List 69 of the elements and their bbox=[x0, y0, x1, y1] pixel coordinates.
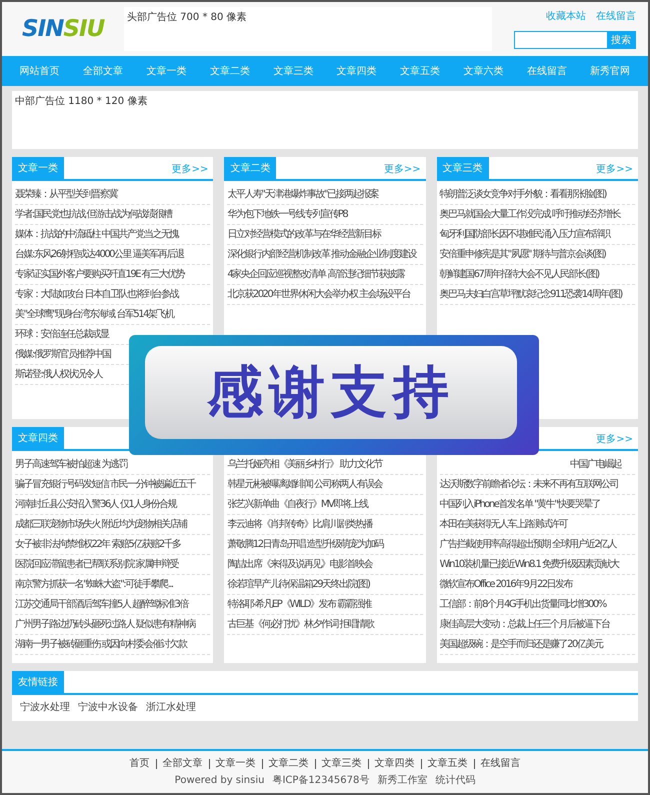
article-link[interactable]: 奥巴马就国会大量工作没完成 呼吁推动经济增长 bbox=[440, 209, 620, 220]
footer-text: 粤ICP备12345678号 bbox=[271, 774, 370, 787]
friend-link[interactable]: 浙江水处理 bbox=[146, 700, 196, 714]
article-link[interactable]: 环球：安倍连任总裁或显 bbox=[15, 329, 108, 340]
article-link[interactable]: 深化银行内部经营机制改革 推动金融企业制度建设 bbox=[227, 249, 416, 260]
article-link[interactable]: 男子高速驾车被拍超速 为逃罚 bbox=[15, 459, 128, 470]
article-link[interactable]: 特洛耶-希凡EP《WILD》发布 霸霸强推 bbox=[227, 599, 372, 610]
article-link[interactable]: 古巨基《何必打扰》林夕作词 拒唱情歌 bbox=[227, 619, 374, 630]
article-link[interactable]: 达沃斯数字前瞻者论坛：未来不再有互联网公司 bbox=[440, 479, 618, 490]
article-link[interactable]: 朝鲜建国67周年招待大会不见人民部长(图) bbox=[440, 269, 599, 280]
article-link[interactable]: 专家：大陆如攻台 日本自卫队也将到台参战 bbox=[15, 289, 178, 300]
article-link[interactable]: 俄媒:俄罗斯官员推荐中国 bbox=[15, 349, 110, 360]
article-link[interactable]: 韩星元彬被曝离婚绯闻 公司称两人有误会 bbox=[227, 479, 382, 490]
header-ad: 头部广告位 700 * 80 像素 bbox=[124, 7, 492, 51]
article-link[interactable]: 医院回应滞留患者已帮联系别院 家属申辩受 bbox=[15, 559, 178, 570]
footer-link[interactable]: 文章三类 bbox=[314, 759, 368, 769]
article-link[interactable]: 成都三联宠物市场失火 附近均为宠物相关店铺 bbox=[15, 519, 187, 530]
article-link[interactable]: 广告拦截使用率高得超出预期 全球用户近2亿人 bbox=[440, 539, 616, 550]
article-link[interactable]: 广州男子路边扔砖头砸死过路人 疑似患有精神病 bbox=[15, 619, 196, 630]
article-link[interactable]: 北京获2020年世界休闲大会举办权 主会场设平台 bbox=[227, 289, 410, 300]
article-link[interactable]: 美"全球鹰"现身台湾东海域 台军514架飞机 bbox=[15, 309, 174, 320]
article-link[interactable]: 女子被非法拘禁维权22年 索赔5亿获赔2千多 bbox=[15, 539, 181, 550]
friend-link[interactable]: 宁波水处理 bbox=[20, 700, 70, 714]
article-link[interactable]: 特朗普泛谈女竞争对手外貌：看看那张脸(图) bbox=[440, 189, 606, 200]
footer-link[interactable]: 文章二类 bbox=[262, 759, 314, 769]
footer-link[interactable]: 全部文章 bbox=[156, 759, 208, 769]
article-link[interactable]: 李云迪将《肖邦传奇》比肩川剧类热播 bbox=[227, 519, 372, 530]
article-link[interactable]: 徐若瑄早产儿待保温箱29天终出院(图) bbox=[227, 579, 370, 590]
article-link[interactable]: 微软宣布Office 2016年9月22日发布 bbox=[440, 579, 572, 590]
article-link[interactable]: 中国广电崛起 bbox=[570, 459, 621, 470]
article-link[interactable]: 本田在美获得无人车上路测试许可 bbox=[440, 519, 568, 530]
article-link[interactable]: 学者:国民党也抗战 但游击战为何战绩很糟 bbox=[15, 209, 172, 220]
footer-text: 新秀工作室 bbox=[376, 774, 428, 787]
article-link[interactable]: 华为包下地铁一号线专列宣传P8 bbox=[227, 209, 348, 220]
article-link[interactable]: 江苏交通局干部酒后驾车撞5人 超醉驾标准3倍 bbox=[15, 599, 188, 610]
article-link[interactable]: 安倍重申修宪是其"夙愿" 期待与普京会谈(图) bbox=[440, 249, 606, 260]
article-link[interactable]: 太平人寿"天津港爆炸事故"已接两起报案 bbox=[227, 189, 378, 200]
article-link[interactable]: 专家证实国外客户要购买歼直19E 有三大优势 bbox=[15, 269, 184, 280]
article-link[interactable]: Win10装机量已接近Win8.1 免费升级因素贡献大 bbox=[440, 559, 619, 570]
article-link[interactable]: 媒体：抗战的中流砥柱 中国共产党当之无愧 bbox=[15, 229, 178, 240]
footer-link[interactable]: 文章四类 bbox=[368, 759, 420, 769]
article-link[interactable]: 日立对经营模式的改革与在华经营新目标 bbox=[227, 229, 380, 240]
article-link[interactable]: 聂荣臻：从平型关到晋察冀 bbox=[15, 189, 117, 200]
middle-ad: 中部广告位 1180 * 120 像素 bbox=[12, 91, 638, 149]
friend-link[interactable]: 宁波中水设备 bbox=[78, 700, 138, 714]
footer-text: 统计代码 bbox=[434, 774, 476, 787]
footer-link[interactable]: 文章一类 bbox=[208, 759, 262, 769]
article-link[interactable]: 萧敬腾12日青岛开唱 造型升级萌宠为加码 bbox=[227, 539, 384, 550]
footer-link[interactable]: 首页 bbox=[124, 759, 156, 769]
article-link[interactable]: 奥巴马夫妇白宫草坪默哀纪念911恐袭14周年(图) bbox=[440, 289, 622, 300]
article-link[interactable]: 斯诺登:俄人权状况令人 bbox=[15, 369, 102, 380]
article-link[interactable]: 工信部：前8个月4G手机出货量同比增300% bbox=[440, 599, 606, 610]
article-link[interactable]: 陶喆出席《来得及说再见》电影首映会 bbox=[227, 559, 372, 570]
article-link[interactable]: 中国列入iPhone首发名单 "黄牛"快要哭晕了 bbox=[440, 499, 600, 510]
article-link[interactable]: 美国超级碗：是空手而归还是赚了20亿美元 bbox=[440, 639, 602, 650]
article-link[interactable]: 台媒:东风26射程或达4000公里 逼美军再后退 bbox=[15, 249, 184, 260]
footer-link[interactable]: 在线留言 bbox=[474, 759, 526, 769]
banner-text: 感谢支持 bbox=[207, 358, 455, 424]
article-link[interactable]: 骗子冒充银行号码发短信 市民一分钟被骗近五千 bbox=[15, 479, 196, 490]
footer-text: Powered by sinsiu bbox=[174, 774, 266, 786]
article-link[interactable]: 匈牙利国防部长因不堪难民涌入压力宣布辞职 bbox=[440, 229, 610, 240]
article-link[interactable]: 乌兰托娅亮相《美丽乡村行》 助力文化节 bbox=[227, 459, 382, 470]
article-link[interactable]: 张艺兴新单曲《自夜行》MV即将上线 bbox=[227, 499, 368, 510]
article-link[interactable]: 湖南一男子被砖砸重伤 或因向村委会催讨欠款 bbox=[15, 639, 187, 650]
footer-link[interactable]: 文章五类 bbox=[420, 759, 474, 769]
article-link[interactable]: 康佳高层大变动：总裁上任三个月后被逼下台 bbox=[440, 619, 610, 630]
article-link[interactable]: 南京警方抓获一名"蜘蛛大盗":可徒手攀爬... bbox=[15, 579, 173, 590]
article-link[interactable]: 4家央企回应巡视整改清单 高管违纪细节获披露 bbox=[227, 269, 404, 280]
article-link[interactable]: 河南封丘县公安招入警36人 仅1人身份合规 bbox=[15, 499, 176, 510]
